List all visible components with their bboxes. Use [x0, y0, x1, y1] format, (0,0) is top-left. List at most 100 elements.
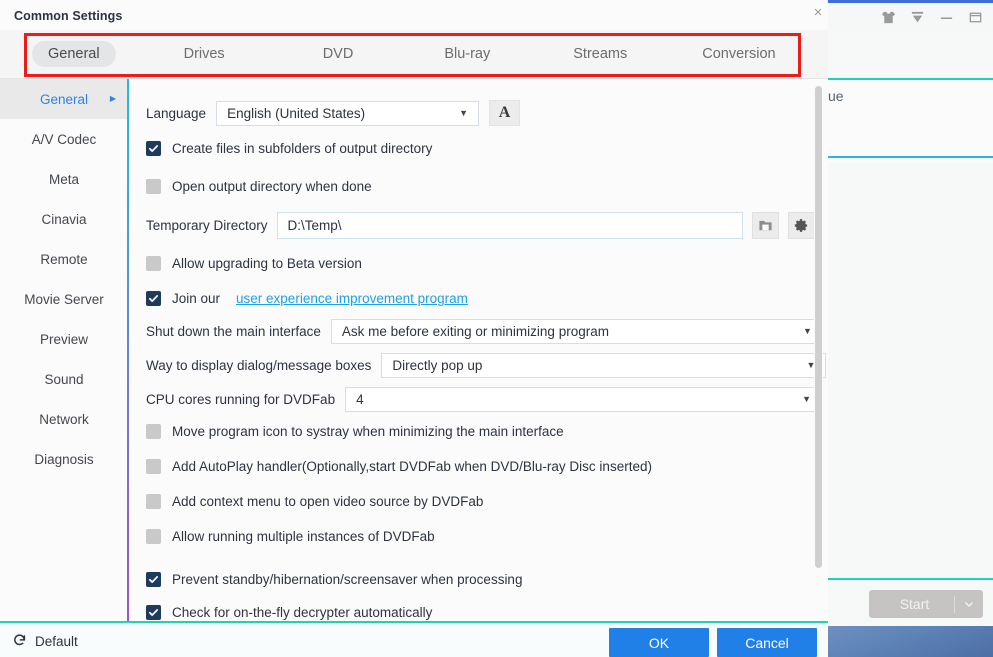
create-subfolders-label: Create files in subfolders of output dir…: [172, 141, 433, 156]
cancel-button[interactable]: Cancel: [717, 628, 817, 657]
create-subfolders-row[interactable]: Create files in subfolders of output dir…: [146, 141, 828, 156]
settings-content-area: Language English (United States) ▼ A Cre…: [129, 79, 828, 621]
dialog-display-way-value: Directly pop up: [392, 358, 483, 373]
open-output-dir-row[interactable]: Open output directory when done: [146, 179, 828, 194]
move-to-systray-row[interactable]: Move program icon to systray when minimi…: [146, 424, 828, 439]
temporary-directory-row: Temporary Directory D:\Temp\: [146, 212, 828, 239]
cpu-cores-label: CPU cores running for DVDFab: [146, 392, 336, 407]
download-icon[interactable]: [910, 10, 925, 25]
create-subfolders-checkbox[interactable]: [146, 141, 161, 156]
start-button[interactable]: Start: [869, 590, 983, 618]
temporary-directory-label: Temporary Directory: [146, 218, 268, 233]
context-menu-checkbox[interactable]: [146, 494, 161, 509]
sidebar-item-label: Meta: [48, 171, 79, 187]
language-select[interactable]: English (United States) ▼: [216, 100, 480, 126]
sidebar-item-diagnosis[interactable]: Diagnosis: [0, 439, 128, 479]
settings-tab-bar: General Drives DVD Blu-ray Streams Conve…: [0, 30, 828, 79]
restore-arrow-icon: [12, 632, 27, 650]
sidebar-item-label: Preview: [39, 331, 88, 347]
tab-conversion[interactable]: Conversion: [702, 46, 775, 62]
tab-bluray[interactable]: Blu-ray: [444, 46, 490, 62]
cpu-cores-value: 4: [356, 392, 364, 407]
common-settings-dialog: Common Settings × General Drives DVD Blu…: [0, 0, 828, 657]
background-window-titlebar: [824, 3, 993, 31]
autoplay-handler-row[interactable]: Add AutoPlay handler(Optionally,start DV…: [146, 459, 828, 474]
join-program-row[interactable]: Join our user experience improvement pro…: [146, 291, 828, 306]
ok-button[interactable]: OK: [609, 628, 709, 657]
allow-beta-row[interactable]: Allow upgrading to Beta version: [146, 256, 828, 271]
user-experience-program-link[interactable]: user experience improvement program: [236, 291, 468, 306]
chevron-down-icon: ▼: [802, 326, 812, 336]
dialog-display-way-select[interactable]: Directly pop up ▼: [381, 353, 827, 378]
sidebar-item-label: Network: [39, 411, 89, 427]
tab-streams[interactable]: Streams: [573, 46, 627, 62]
chevron-down-icon: ▼: [459, 107, 469, 118]
check-decrypter-checkbox[interactable]: [146, 605, 161, 620]
sidebar-item-general[interactable]: General ▶: [0, 79, 128, 119]
cpu-cores-select[interactable]: 4 ▼: [345, 387, 823, 412]
sidebar-item-cinavia[interactable]: Cinavia: [0, 199, 128, 239]
shutdown-main-interface-label: Shut down the main interface: [146, 324, 321, 339]
background-window-cyan-divider: [826, 156, 993, 158]
multiple-instances-label: Allow running multiple instances of DVDF…: [172, 529, 435, 544]
autoplay-handler-checkbox[interactable]: [146, 459, 161, 474]
dialog-display-way-label: Way to display dialog/message boxes: [146, 358, 372, 373]
context-menu-row[interactable]: Add context menu to open video source by…: [146, 494, 828, 509]
sidebar-item-av-codec[interactable]: A/V Codec: [0, 119, 128, 159]
sidebar-item-label: Movie Server: [24, 291, 104, 307]
move-to-systray-label: Move program icon to systray when minimi…: [172, 424, 564, 439]
tab-dvd[interactable]: DVD: [323, 46, 354, 62]
content-scrollbar-thumb[interactable]: [815, 86, 822, 568]
sidebar-item-sound[interactable]: Sound: [0, 359, 128, 399]
prevent-standby-row[interactable]: Prevent standby/hibernation/screensaver …: [146, 572, 828, 587]
open-output-dir-checkbox[interactable]: [146, 179, 161, 194]
sidebar-item-movie-server[interactable]: Movie Server: [0, 279, 128, 319]
temporary-directory-input[interactable]: D:\Temp\: [276, 212, 743, 239]
close-icon[interactable]: ×: [808, 2, 828, 22]
background-window-text-fragment: ue: [828, 88, 844, 104]
shutdown-main-interface-row: Shut down the main interface Ask me befo…: [146, 319, 828, 344]
join-program-checkbox[interactable]: [146, 291, 161, 306]
allow-beta-checkbox[interactable]: [146, 256, 161, 271]
allow-beta-label: Allow upgrading to Beta version: [172, 256, 362, 271]
default-button[interactable]: Default: [12, 632, 78, 650]
cpu-cores-row: CPU cores running for DVDFab 4 ▼: [146, 387, 828, 412]
sidebar-item-remote[interactable]: Remote: [0, 239, 128, 279]
sidebar-item-label: A/V Codec: [31, 131, 97, 147]
join-program-prefix: Join our: [172, 291, 221, 306]
start-button-label: Start: [899, 596, 930, 612]
autoplay-handler-label: Add AutoPlay handler(Optionally,start DV…: [172, 459, 652, 474]
check-decrypter-label: Check for on-the-fly decrypter automatic…: [172, 605, 433, 620]
multiple-instances-row[interactable]: Allow running multiple instances of DVDF…: [146, 529, 828, 544]
background-window-thumbnail: [826, 626, 993, 657]
background-window-footer-divider: [824, 578, 993, 580]
dialog-display-way-row: Way to display dialog/message boxes Dire…: [146, 353, 828, 378]
sidebar-item-preview[interactable]: Preview: [0, 319, 128, 359]
gear-icon[interactable]: [787, 212, 815, 239]
move-to-systray-checkbox[interactable]: [146, 424, 161, 439]
check-decrypter-row[interactable]: Check for on-the-fly decrypter automatic…: [146, 605, 828, 620]
tab-drives[interactable]: Drives: [184, 46, 225, 62]
chevron-right-icon: ▶: [109, 94, 116, 103]
sidebar-item-label: Diagnosis: [34, 451, 94, 467]
multiple-instances-checkbox[interactable]: [146, 529, 161, 544]
font-button[interactable]: A: [489, 100, 521, 126]
dialog-title: Common Settings: [14, 9, 123, 23]
maximize-icon[interactable]: [968, 10, 983, 25]
language-value: English (United States): [227, 105, 366, 121]
background-window-content-panel: [828, 80, 993, 162]
chevron-down-icon: ▼: [802, 394, 812, 404]
theme-shirt-icon[interactable]: [881, 10, 896, 25]
tab-general[interactable]: General: [32, 41, 116, 67]
minimize-icon[interactable]: [939, 10, 954, 25]
language-label: Language: [146, 105, 207, 121]
default-button-label: Default: [35, 633, 78, 649]
sidebar-item-label: Remote: [40, 251, 88, 267]
sidebar-item-meta[interactable]: Meta: [0, 159, 128, 199]
chevron-down-icon[interactable]: [955, 598, 983, 610]
folder-icon[interactable]: [751, 212, 779, 239]
open-output-dir-label: Open output directory when done: [172, 179, 372, 194]
shutdown-main-interface-select[interactable]: Ask me before exiting or minimizing prog…: [330, 319, 823, 344]
prevent-standby-checkbox[interactable]: [146, 572, 161, 587]
sidebar-item-network[interactable]: Network: [0, 399, 128, 439]
